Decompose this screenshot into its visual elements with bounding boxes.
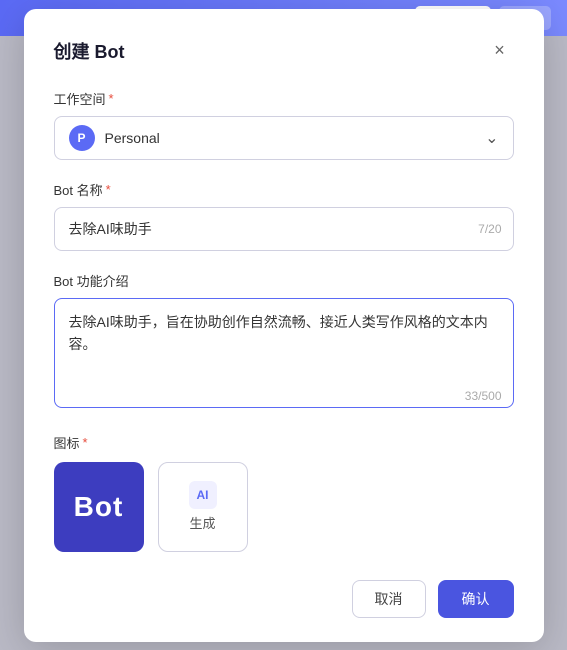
chevron-down-icon: ⌄ [485,128,498,148]
bot-name-section: Bot 名称 * 7/20 [54,180,514,251]
generate-label: 生成 [189,513,215,532]
bot-desc-count: 33/500 [465,389,502,403]
workspace-select-left: P Personal [69,125,160,151]
bot-desc-label: Bot 功能介绍 [54,271,514,290]
create-bot-dialog: 创建 Bot × 工作空间 * P Personal ⌄ Bot 名称 [24,9,544,642]
icon-section: 图标 * Bot AI 生成 [54,433,514,552]
confirm-button[interactable]: 确认 [438,580,514,618]
bot-name-label: Bot 名称 * [54,180,514,199]
dialog-header: 创建 Bot × [54,37,514,65]
bot-name-count: 7/20 [478,222,501,236]
workspace-section: 工作空间 * P Personal ⌄ [54,89,514,160]
close-button[interactable]: × [486,37,514,65]
bot-desc-section: Bot 功能介绍 去除AI味助手，旨在协助创作自然流畅、接近人类写作风格的文本内… [54,271,514,413]
required-star: * [109,91,114,106]
workspace-name: Personal [105,130,160,146]
modal-overlay: 升级计划 反馈 创建 Bot × 工作空间 * P Personal ⌄ [0,0,567,650]
bot-name-input-wrapper: 7/20 [54,207,514,251]
close-icon: × [494,40,505,61]
cancel-button[interactable]: 取消 [352,580,426,618]
generate-icon-box[interactable]: AI 生成 [158,462,248,552]
bot-icon-text: Bot [74,491,124,523]
workspace-label: 工作空间 * [54,89,514,108]
icon-options: Bot AI 生成 [54,462,514,552]
required-star-name: * [106,182,111,197]
workspace-select[interactable]: P Personal ⌄ [54,116,514,160]
required-star-icon: * [83,435,88,450]
bot-desc-textarea[interactable]: 去除AI味助手，旨在协助创作自然流畅、接近人类写作风格的文本内容。 [54,298,514,408]
dialog-title: 创建 Bot [54,38,125,64]
bot-desc-textarea-wrapper: 去除AI味助手，旨在协助创作自然流畅、接近人类写作风格的文本内容。 33/500 [54,298,514,413]
workspace-avatar: P [69,125,95,151]
bot-name-input[interactable] [54,207,514,251]
ai-icon: AI [189,481,217,509]
icon-label: 图标 * [54,433,514,452]
dialog-footer: 取消 确认 [54,576,514,618]
bot-icon-selected[interactable]: Bot [54,462,144,552]
